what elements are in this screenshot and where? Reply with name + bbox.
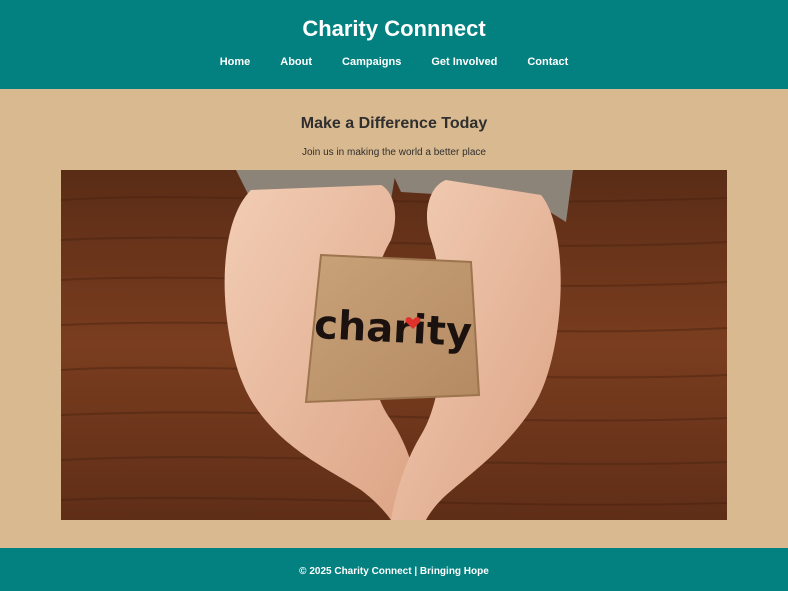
- footer-text: © 2025 Charity Connect | Bringing Hope: [299, 566, 489, 577]
- site-header: Charity Connnect Home About Campaigns Ge…: [0, 0, 788, 89]
- main-nav: Home About Campaigns Get Involved Contac…: [0, 56, 788, 68]
- nav-get-involved[interactable]: Get Involved: [416, 56, 512, 68]
- sign-text: charity: [313, 302, 473, 356]
- nav-campaigns[interactable]: Campaigns: [327, 56, 416, 68]
- nav-about[interactable]: About: [265, 56, 327, 68]
- hero-image: charity: [61, 170, 727, 520]
- hero-subtitle: Join us in making the world a better pla…: [302, 147, 486, 158]
- site-title: Charity Connnect: [302, 16, 486, 41]
- site-footer: © 2025 Charity Connect | Bringing Hope: [0, 548, 788, 591]
- hero-title: Make a Difference Today: [300, 115, 488, 132]
- nav-home[interactable]: Home: [205, 56, 266, 68]
- nav-contact[interactable]: Contact: [512, 56, 583, 68]
